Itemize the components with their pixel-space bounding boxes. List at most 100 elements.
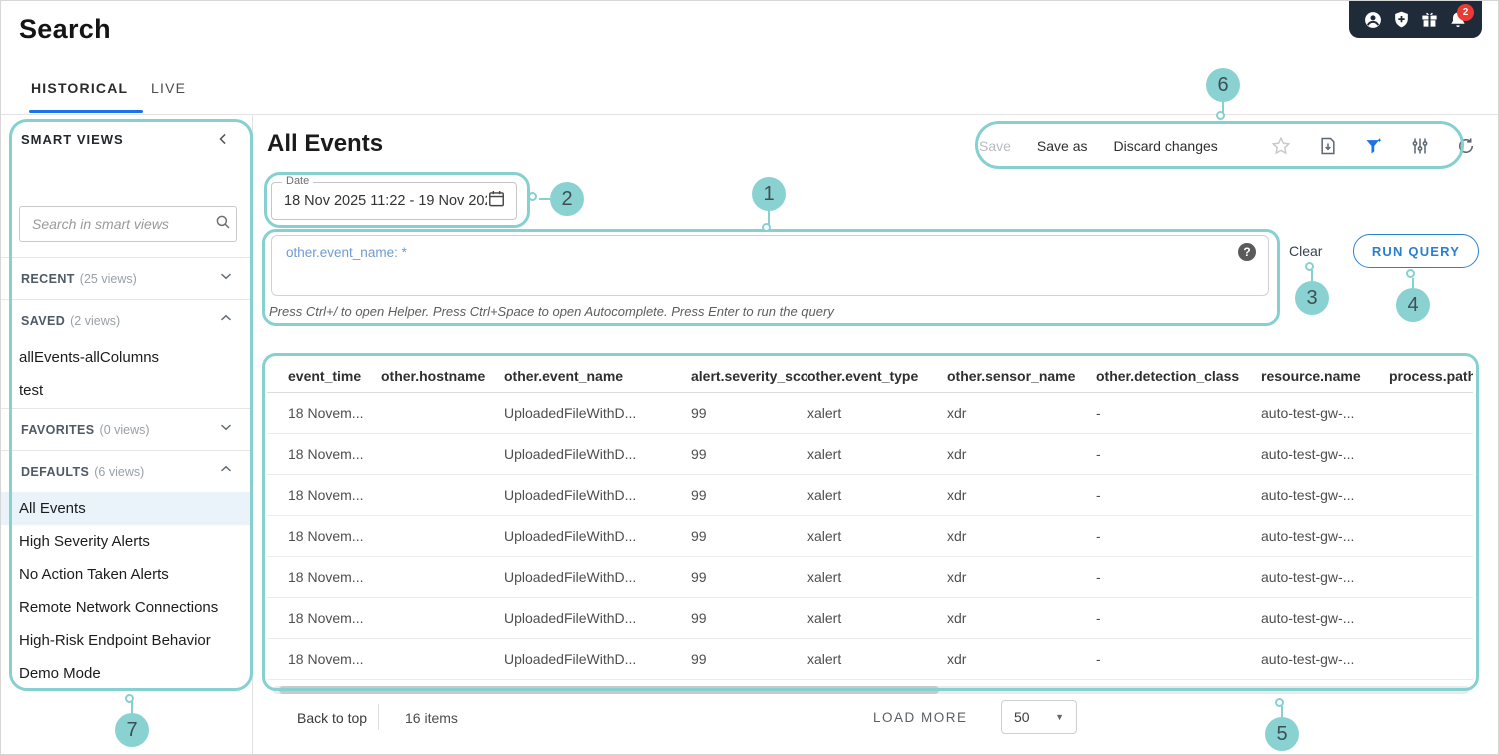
section-recent[interactable]: RECENT (25 views) bbox=[1, 257, 253, 299]
table-cell: 18 Novem... bbox=[288, 569, 364, 585]
table-cell: 99 bbox=[691, 528, 707, 544]
page-size-select[interactable]: 50 ▼ bbox=[1001, 700, 1077, 734]
query-text[interactable]: other.event_name: * bbox=[286, 245, 407, 260]
back-to-top-button[interactable]: Back to top bbox=[297, 710, 367, 726]
column-header[interactable]: other.sensor_name bbox=[947, 368, 1096, 384]
saved-view-item[interactable]: allEvents-allColumns bbox=[1, 341, 253, 374]
table-row[interactable]: 18 Novem... UploadedFileWithD... 99 xalert x… bbox=[267, 639, 1473, 680]
section-recent-count: (25 views) bbox=[79, 271, 137, 286]
default-view-item[interactable]: High-Risk Endpoint Behavior bbox=[1, 624, 253, 657]
smart-views-title: SMART VIEWS bbox=[21, 132, 124, 147]
table-cell: xdr bbox=[947, 487, 967, 503]
save-button[interactable]: Save bbox=[979, 138, 1011, 154]
column-header[interactable]: resource.name bbox=[1261, 368, 1389, 384]
section-favorites[interactable]: FAVORITES (0 views) bbox=[1, 408, 253, 450]
tab-historical[interactable]: HISTORICAL bbox=[31, 80, 128, 96]
section-defaults-count: (6 views) bbox=[94, 464, 145, 479]
table-cell: xdr bbox=[947, 651, 967, 667]
default-view-item[interactable]: No Action Taken Alerts bbox=[1, 558, 253, 591]
table-cell: 99 bbox=[691, 405, 707, 421]
table-cell: xdr bbox=[947, 405, 967, 421]
refresh-icon[interactable] bbox=[1456, 134, 1476, 158]
default-view-item[interactable]: Demo Mode bbox=[1, 657, 253, 690]
chevron-up-icon bbox=[217, 460, 235, 483]
table-row[interactable]: 18 Novem... UploadedFileWithD... 99 xalert x… bbox=[267, 475, 1473, 516]
callout-2-anchor bbox=[528, 192, 537, 201]
callout-4-connector bbox=[1412, 278, 1414, 289]
scrollbar-thumb[interactable] bbox=[279, 686, 939, 694]
saved-view-item[interactable]: test bbox=[1, 374, 253, 407]
column-header[interactable]: other.detection_class bbox=[1096, 368, 1261, 384]
save-as-button[interactable]: Save as bbox=[1037, 138, 1088, 154]
table-row[interactable]: 18 Novem... UploadedFileWithD... 99 xalert x… bbox=[267, 557, 1473, 598]
table-cell: xalert bbox=[807, 528, 842, 544]
section-saved[interactable]: SAVED (2 views) bbox=[1, 299, 253, 341]
horizontal-scrollbar[interactable] bbox=[273, 686, 1469, 694]
table-row[interactable]: 18 Novem... UploadedFileWithD... 99 xalert x… bbox=[267, 598, 1473, 639]
table-cell: - bbox=[1096, 446, 1101, 462]
callout-5-anchor bbox=[1275, 698, 1284, 707]
section-defaults[interactable]: DEFAULTS (6 views) bbox=[1, 450, 253, 492]
column-header[interactable]: event_time bbox=[288, 368, 381, 384]
clear-button[interactable]: Clear bbox=[1289, 243, 1322, 259]
help-icon[interactable]: ? bbox=[1238, 243, 1256, 261]
table-cell: - bbox=[1096, 487, 1101, 503]
table-row[interactable]: 18 Novem... UploadedFileWithD... 99 xalert x… bbox=[267, 434, 1473, 475]
page-size-value: 50 bbox=[1014, 709, 1030, 725]
column-header[interactable]: process.path bbox=[1389, 368, 1473, 384]
gift-icon[interactable] bbox=[1418, 8, 1442, 32]
table-cell: 99 bbox=[691, 487, 707, 503]
table-row[interactable]: 18 Novem... UploadedFileWithD... 99 xalert x… bbox=[267, 516, 1473, 557]
callout-6-anchor bbox=[1216, 111, 1225, 120]
active-tab-indicator bbox=[29, 110, 143, 113]
user-icon[interactable] bbox=[1361, 8, 1385, 32]
export-icon[interactable] bbox=[1318, 134, 1338, 158]
callout-3-connector bbox=[1311, 270, 1313, 282]
column-header[interactable]: other.hostname bbox=[381, 368, 504, 384]
table-cell: xalert bbox=[807, 651, 842, 667]
table-cell: UploadedFileWithD... bbox=[504, 569, 637, 585]
load-more-button[interactable]: LOAD MORE bbox=[873, 710, 968, 725]
run-query-button[interactable]: RUN QUERY bbox=[1353, 234, 1479, 268]
callout-4-anchor bbox=[1406, 269, 1415, 278]
callout-6-connector bbox=[1222, 101, 1224, 114]
table-cell: xalert bbox=[807, 610, 842, 626]
section-favorites-count: (0 views) bbox=[99, 422, 150, 437]
collapse-sidebar-icon[interactable] bbox=[213, 129, 233, 149]
smart-views-search[interactable] bbox=[19, 206, 237, 242]
default-view-item-all-events[interactable]: All Events bbox=[1, 492, 253, 525]
favorite-star-icon[interactable] bbox=[1270, 134, 1292, 158]
callout-3-anchor bbox=[1305, 262, 1314, 271]
calendar-icon[interactable] bbox=[487, 189, 506, 213]
discard-changes-button[interactable]: Discard changes bbox=[1114, 138, 1218, 154]
smart-views-search-input[interactable] bbox=[32, 216, 214, 232]
table-cell: UploadedFileWithD... bbox=[504, 446, 637, 462]
table-cell: xdr bbox=[947, 569, 967, 585]
tab-live[interactable]: LIVE bbox=[151, 80, 186, 96]
table-cell: xdr bbox=[947, 528, 967, 544]
callout-1-connector bbox=[768, 210, 770, 226]
default-view-item[interactable]: High Severity Alerts bbox=[1, 525, 253, 558]
column-header[interactable]: other.event_type bbox=[807, 368, 947, 384]
callout-2-connector bbox=[539, 198, 552, 200]
date-range-field[interactable]: 18 Nov 2025 11:22 - 19 Nov 202... bbox=[271, 182, 517, 220]
column-header[interactable]: alert.severity_score bbox=[691, 368, 807, 384]
filter-icon[interactable] bbox=[1364, 134, 1384, 158]
table-cell: - bbox=[1096, 651, 1101, 667]
column-header[interactable]: other.event_name bbox=[504, 368, 691, 384]
results-table: event_time other.hostname other.event_name… bbox=[267, 359, 1473, 680]
query-editor[interactable]: other.event_name: * ? bbox=[271, 235, 1269, 296]
settings-sliders-icon[interactable] bbox=[1410, 134, 1430, 158]
callout-2: 2 bbox=[550, 182, 584, 216]
table-cell: auto-test-gw-... bbox=[1261, 446, 1355, 462]
default-view-item[interactable]: Remote Network Connections bbox=[1, 591, 253, 624]
footer-divider bbox=[378, 704, 379, 730]
shield-plus-icon[interactable] bbox=[1389, 8, 1413, 32]
view-toolbar: Save Save as Discard changes bbox=[979, 127, 1473, 165]
table-cell: 18 Novem... bbox=[288, 405, 364, 421]
table-body: 18 Novem... UploadedFileWithD... 99 xalert x… bbox=[267, 393, 1473, 680]
table-cell: auto-test-gw-... bbox=[1261, 487, 1355, 503]
table-row[interactable]: 18 Novem... UploadedFileWithD... 99 xalert x… bbox=[267, 393, 1473, 434]
table-cell: xdr bbox=[947, 610, 967, 626]
table-cell: UploadedFileWithD... bbox=[504, 405, 637, 421]
